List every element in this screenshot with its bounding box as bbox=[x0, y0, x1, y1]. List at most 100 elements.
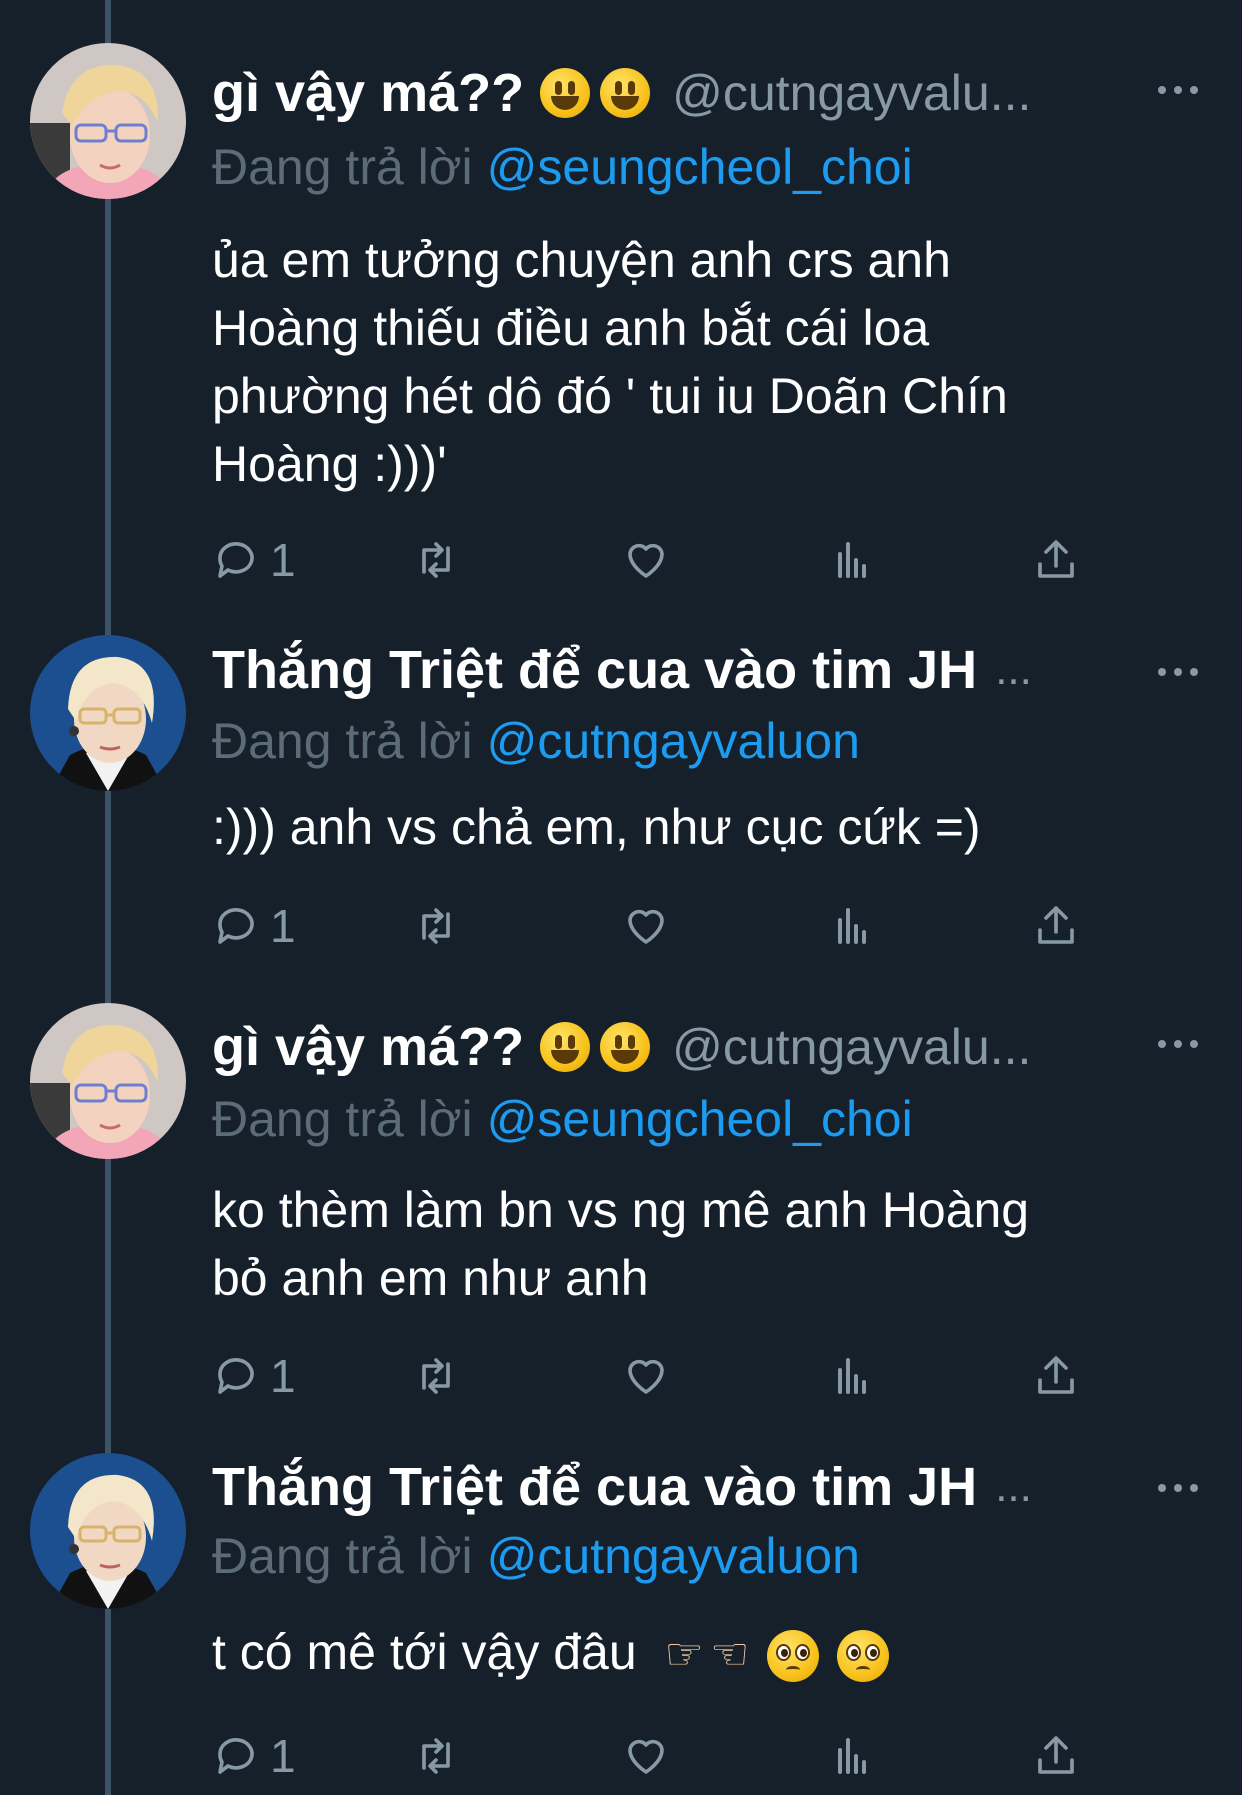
retweet-icon bbox=[422, 908, 450, 944]
tweet-text-line: Hoàng :)))' bbox=[212, 436, 447, 492]
reply-button[interactable]: 1 bbox=[212, 1726, 296, 1786]
analytics-button[interactable] bbox=[828, 1346, 876, 1406]
share-icon bbox=[1038, 906, 1074, 944]
share-icon bbox=[1038, 1356, 1074, 1394]
like-button[interactable] bbox=[622, 896, 670, 956]
like-button[interactable] bbox=[622, 1346, 670, 1406]
grinning-face-emoji bbox=[540, 68, 591, 118]
analytics-icon bbox=[838, 1738, 866, 1774]
reply-count: 1 bbox=[270, 1730, 296, 1782]
reply-count: 1 bbox=[270, 900, 296, 952]
heart-icon bbox=[628, 543, 664, 578]
action-bar: 1 bbox=[212, 896, 1112, 956]
analytics-button[interactable] bbox=[828, 896, 876, 956]
analytics-button[interactable] bbox=[828, 1726, 876, 1786]
avatar[interactable] bbox=[30, 1003, 186, 1159]
heart-icon bbox=[628, 1739, 664, 1774]
share-icon bbox=[1038, 540, 1074, 578]
retweet-button[interactable] bbox=[412, 1346, 460, 1406]
action-bar: 1 bbox=[212, 530, 1112, 590]
like-button[interactable] bbox=[622, 1726, 670, 1786]
action-bar: 1 bbox=[212, 1726, 1112, 1786]
display-name[interactable]: Thắng Triệt để cua vào tim JH bbox=[212, 639, 977, 701]
retweet-button[interactable] bbox=[412, 530, 460, 590]
retweet-button[interactable] bbox=[412, 1726, 460, 1786]
pleading-face-emoji bbox=[767, 1629, 820, 1682]
tweet-text-line: t có mê tới vậy đâu bbox=[212, 1624, 637, 1680]
tweet-text: ko thèm làm bn vs ng mê anh Hoàng bỏ anh… bbox=[212, 1176, 1212, 1312]
tweet-text-line: :))) anh vs chả em, như cục cứk =) bbox=[212, 799, 981, 855]
tweet-header: Thắng Triệt để cua vào tim JH ... bbox=[212, 635, 1142, 705]
heart-icon bbox=[628, 1359, 664, 1394]
tweet-text: ủa em tưởng chuyện anh crs anh Hoàng thi… bbox=[212, 226, 1212, 498]
grinning-face-emoji bbox=[540, 1022, 591, 1072]
reply-icon bbox=[218, 908, 254, 944]
analytics-icon bbox=[838, 542, 866, 578]
reply-button[interactable]: 1 bbox=[212, 1346, 296, 1406]
retweet-icon bbox=[422, 1738, 450, 1774]
pointing-hand-emoji: ☞ bbox=[664, 1630, 704, 1679]
tweet-text-line: Hoàng thiếu điều anh bắt cái loa bbox=[212, 300, 930, 356]
reply-icon bbox=[218, 1358, 254, 1394]
analytics-icon bbox=[838, 908, 866, 944]
reply-context: Đang trả lời @cutngayvaluon bbox=[212, 712, 860, 770]
like-button[interactable] bbox=[622, 530, 670, 590]
user-handle[interactable]: @cutngayvalu... bbox=[672, 64, 1142, 122]
share-button[interactable] bbox=[1032, 1726, 1080, 1786]
pleading-face-emoji bbox=[837, 1629, 890, 1682]
tweet-header: gì vậy má?? @cutngayvalu... bbox=[212, 1012, 1142, 1082]
reply-mention-link[interactable]: @cutngayvaluon bbox=[487, 1528, 860, 1584]
display-name[interactable]: gì vậy má?? bbox=[212, 1016, 524, 1078]
pointing-hand-emoji: ☜ bbox=[710, 1630, 750, 1679]
reply-button[interactable]: 1 bbox=[212, 530, 296, 590]
tweet-text-line: ko thèm làm bn vs ng mê anh Hoàng bbox=[212, 1182, 1030, 1238]
reply-icon bbox=[218, 542, 254, 578]
retweet-button[interactable] bbox=[412, 896, 460, 956]
display-name[interactable]: gì vậy má?? bbox=[212, 62, 524, 124]
share-icon bbox=[1038, 1736, 1074, 1774]
reply-prefix: Đang trả lời bbox=[212, 1528, 473, 1584]
more-icon[interactable] bbox=[1158, 1034, 1202, 1054]
tweet-text-line: ủa em tưởng chuyện anh crs anh bbox=[212, 232, 951, 288]
reply-context: Đang trả lời @seungcheol_choi bbox=[212, 1090, 913, 1148]
tweet-text: :))) anh vs chả em, như cục cứk =) bbox=[212, 797, 1212, 857]
reply-context: Đang trả lời @cutngayvaluon bbox=[212, 1527, 860, 1585]
tweet-text-line: phường hét dô đó ' tui iu Doãn Chín bbox=[212, 368, 1008, 424]
retweet-icon bbox=[422, 1358, 450, 1394]
reply-mention-link[interactable]: @seungcheol_choi bbox=[487, 139, 913, 195]
reply-context: Đang trả lời @seungcheol_choi bbox=[212, 138, 913, 196]
avatar[interactable] bbox=[30, 43, 186, 199]
reply-mention-link[interactable]: @cutngayvaluon bbox=[487, 713, 860, 769]
avatar[interactable] bbox=[30, 635, 186, 791]
display-name[interactable]: Thắng Triệt để cua vào tim JH bbox=[212, 1456, 977, 1518]
reply-mention-link[interactable]: @seungcheol_choi bbox=[487, 1091, 913, 1147]
reply-prefix: Đang trả lời bbox=[212, 713, 473, 769]
analytics-icon bbox=[838, 1358, 866, 1394]
tweet-text-line: bỏ anh em như anh bbox=[212, 1250, 649, 1306]
more-icon[interactable] bbox=[1158, 80, 1202, 100]
reply-button[interactable]: 1 bbox=[212, 896, 296, 956]
user-handle[interactable]: @cutngayvalu... bbox=[672, 1018, 1142, 1076]
retweet-icon bbox=[422, 542, 450, 578]
grinning-face-emoji bbox=[600, 68, 651, 118]
analytics-button[interactable] bbox=[828, 530, 876, 590]
name-truncation-ellipsis: ... bbox=[995, 1462, 1032, 1511]
reply-prefix: Đang trả lời bbox=[212, 1091, 473, 1147]
more-icon[interactable] bbox=[1158, 1478, 1202, 1498]
tweet-text: t có mê tới vậy đâu ☞ ☜ bbox=[212, 1622, 1212, 1685]
reply-count: 1 bbox=[270, 1350, 296, 1402]
reply-prefix: Đang trả lời bbox=[212, 139, 473, 195]
share-button[interactable] bbox=[1032, 530, 1080, 590]
avatar[interactable] bbox=[30, 1453, 186, 1609]
tweet-header: gì vậy má?? @cutngayvalu... bbox=[212, 58, 1142, 128]
tweet-header: Thắng Triệt để cua vào tim JH ... bbox=[212, 1452, 1142, 1522]
grinning-face-emoji bbox=[600, 1022, 651, 1072]
heart-icon bbox=[628, 909, 664, 944]
share-button[interactable] bbox=[1032, 896, 1080, 956]
reply-icon bbox=[218, 1738, 254, 1774]
reply-count: 1 bbox=[270, 534, 296, 586]
name-truncation-ellipsis: ... bbox=[995, 645, 1032, 694]
share-button[interactable] bbox=[1032, 1346, 1080, 1406]
action-bar: 1 bbox=[212, 1346, 1112, 1406]
more-icon[interactable] bbox=[1158, 662, 1202, 682]
